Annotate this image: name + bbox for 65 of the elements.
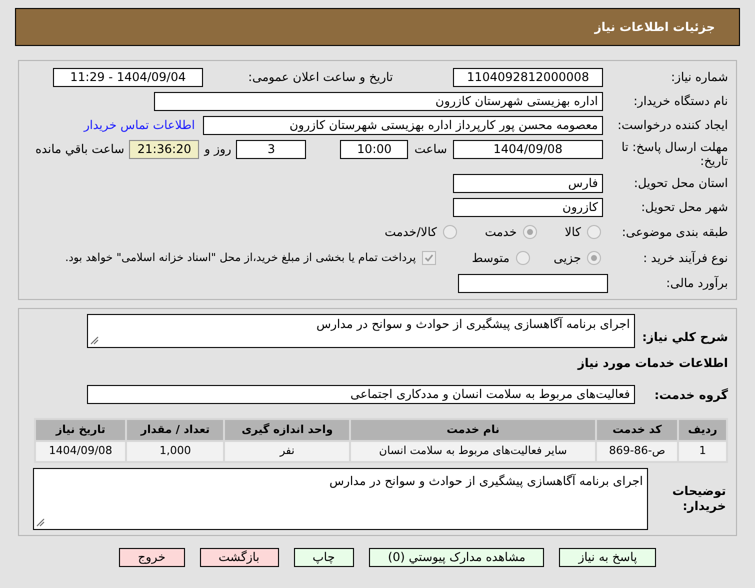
column-header: ردیف [678, 419, 727, 441]
text-field[interactable]: 1404/09/04 - 11:29 [53, 68, 203, 86]
text-field[interactable] [458, 274, 608, 292]
field-label: نام دستگاه خریدار: [634, 94, 728, 108]
time-label: ساعت [414, 141, 447, 158]
column-header: واحد اندازه گیری [224, 419, 350, 441]
text-field[interactable]: 1404/09/08 [453, 140, 603, 159]
table-cell: 1404/09/08 [35, 441, 126, 462]
page-title: جزئیات اطلاعات نیاز [594, 19, 715, 36]
field-label: شماره نیاز: [671, 70, 728, 84]
action-button[interactable]: بازگشت [200, 548, 278, 567]
section-title: اطلاعات خدمات مورد نیاز [578, 355, 728, 372]
text-field[interactable]: 3 [236, 140, 306, 159]
text-field[interactable]: فعالیت‌های مربوط به سلامت انسان و مددکاری اجتماعی [87, 384, 635, 404]
contact-link[interactable]: اطلاعات تماس خریدار [84, 116, 195, 134]
field-label: استان محل تحویل: [634, 176, 728, 190]
field-label: توضیحات خریدار: [671, 484, 726, 514]
text-field[interactable]: 21:36:20 [129, 140, 200, 159]
table-cell: سایر فعالیت‌های مربوط به سلامت انسان [350, 441, 596, 462]
resize-grip-icon [36, 518, 45, 527]
description-field[interactable]: اجرای برنامه آگاهسازی پیشگیری از حوادث و سوانح در مدارس [87, 314, 635, 348]
payment-note: پرداخت تمام یا بخشی از مبلغ خرید،از محل "اسناد خزانه اسلامی" خواهد بود. [65, 250, 416, 266]
checkmark-icon [424, 253, 434, 263]
action-button[interactable]: خروج [118, 548, 184, 567]
radio-label: جزیی [554, 250, 581, 267]
remaining-label: ساعت باقي مانده [35, 141, 124, 158]
column-header: تعداد / مقدار [126, 419, 224, 441]
radio-label: کالا/خدمت [384, 224, 437, 241]
table-cell: نفر [224, 441, 350, 462]
field-label: ایجاد کننده درخواست: [617, 118, 728, 132]
radio-button[interactable] [587, 251, 601, 265]
resize-grip-icon [90, 336, 99, 345]
field-label: تاریخ و ساعت اعلان عمومی: [248, 70, 393, 84]
radio-button[interactable] [442, 225, 457, 239]
text-field[interactable]: 10:00 [340, 140, 408, 159]
field-label: شهر محل تحویل: [641, 200, 728, 214]
action-button[interactable]: مشاهده مدارک پیوستي (0) [368, 548, 544, 567]
text-field[interactable]: کازرون [453, 198, 603, 216]
text-field[interactable]: فارس [453, 174, 603, 192]
action-button[interactable]: چاپ [294, 548, 354, 567]
field-label: برآورد مالی: [666, 276, 728, 290]
radio-label: کالا [564, 224, 581, 241]
field-label: مهلت ارسال پاسخ: تا تاریخ: [620, 140, 728, 168]
radio-button[interactable] [516, 251, 530, 265]
text-field[interactable]: 1104092812000008 [453, 68, 603, 86]
column-header: تاریخ نیاز [35, 419, 126, 441]
table-cell: ص-86-869 [596, 441, 678, 462]
days-label: روز و [204, 141, 232, 158]
field-label: شرح كلي نیاز: [642, 330, 728, 344]
text-field[interactable]: معصومه محسن پور کارپرداز اداره بهزیستی شهرستان کازرون [203, 116, 603, 134]
notes-field[interactable]: اجرای برنامه آگاهسازی پیشگیری از حوادث و سوانح در مدارس [33, 468, 648, 530]
radio-button[interactable] [587, 225, 601, 239]
column-header: نام خدمت [350, 419, 596, 441]
column-header: کد خدمت [596, 419, 678, 441]
text-field[interactable]: اداره بهزیستی شهرستان کازرون [154, 92, 603, 110]
radio-label: متوسط [472, 250, 510, 267]
table-cell: 1 [678, 441, 727, 462]
action-button[interactable]: پاسخ به نیاز [559, 548, 656, 567]
radio-label: خدمت [484, 224, 517, 241]
field-label: نوع فرآیند خرید : [643, 250, 728, 266]
checkbox[interactable] [422, 251, 436, 265]
table-cell: 1,000 [126, 441, 224, 462]
radio-button[interactable] [522, 225, 537, 239]
field-label: گروه خدمت: [654, 388, 728, 402]
field-label: طبقه بندی موضوعی: [622, 224, 728, 240]
